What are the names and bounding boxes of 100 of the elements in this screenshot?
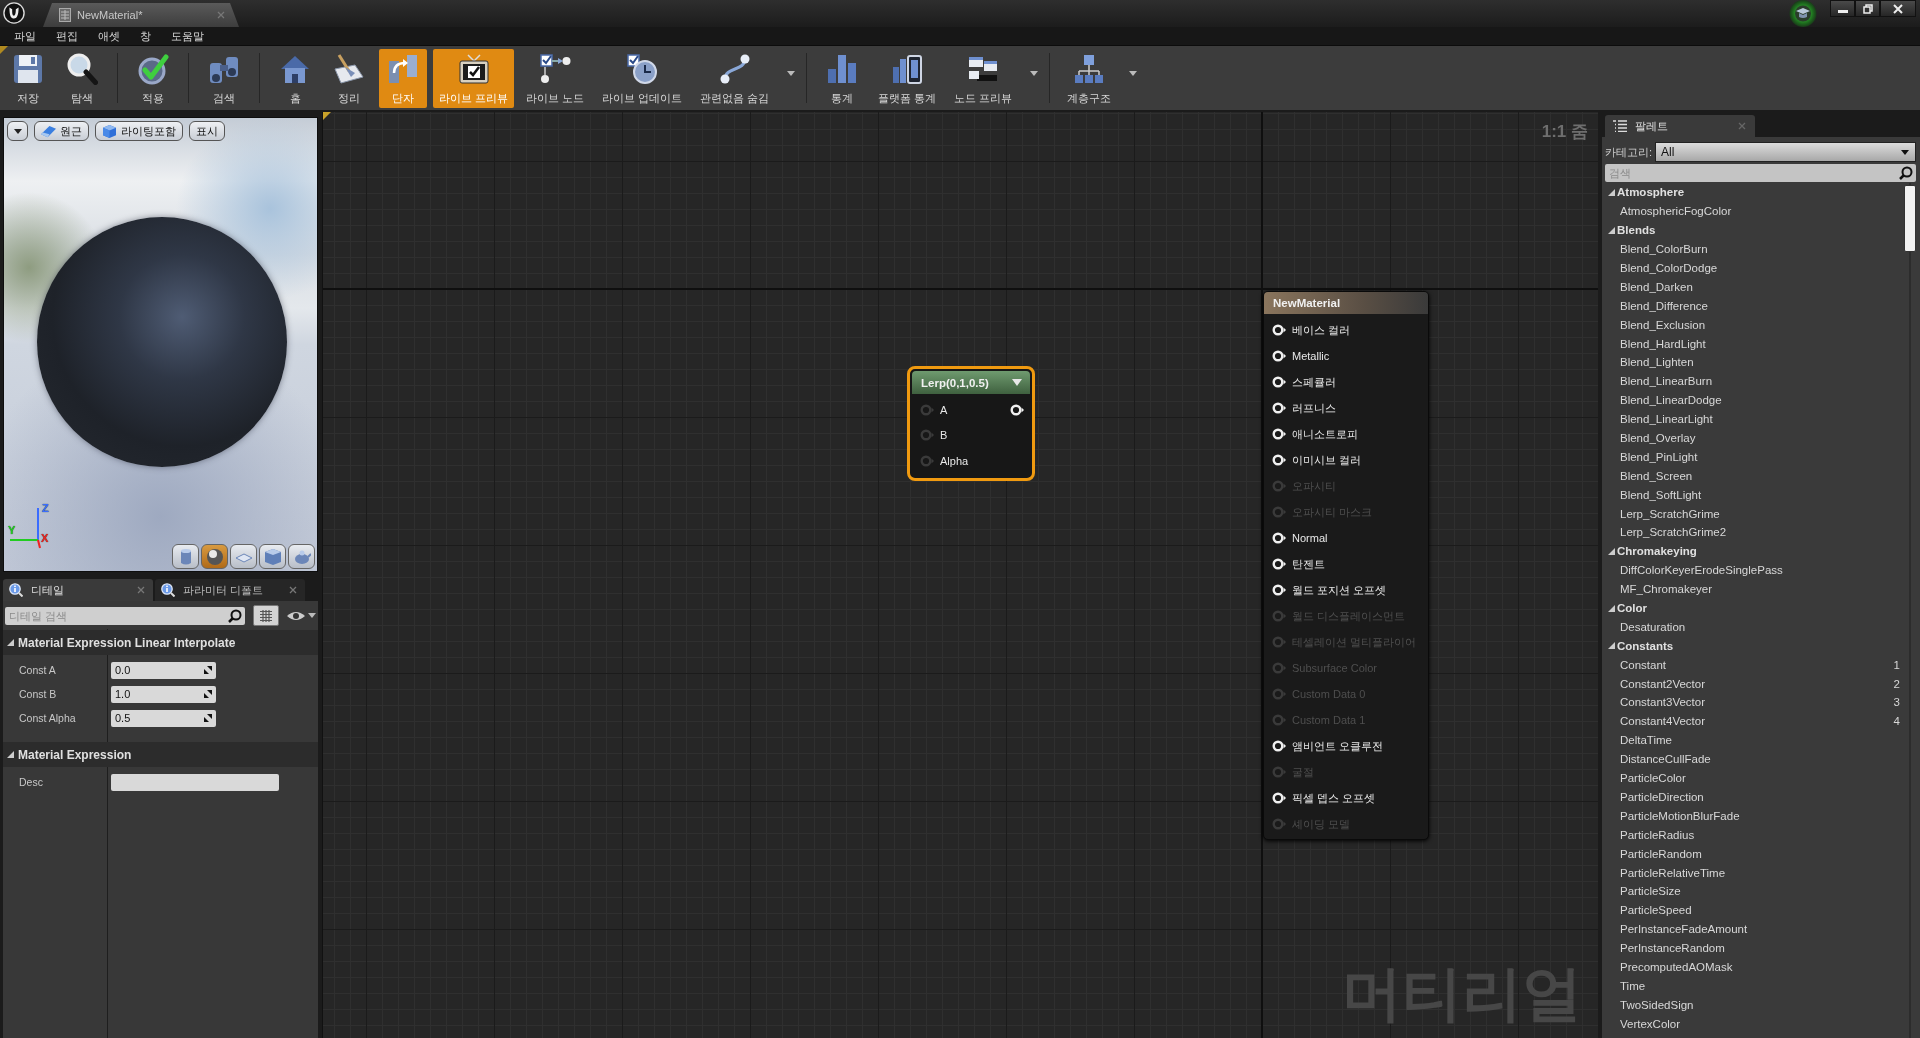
input-pin-icon[interactable]	[1272, 584, 1286, 596]
input-pin-icon[interactable]	[1272, 818, 1286, 830]
preview-shape-button[interactable]	[259, 544, 286, 569]
palette-item[interactable]: AtmosphericFogColor	[1605, 201, 1902, 221]
toolbar-button[interactable]: 라이브 업데이트	[596, 48, 689, 108]
number-field[interactable]: 0.5	[111, 709, 216, 727]
input-pin-icon[interactable]	[1272, 714, 1286, 726]
menu-item[interactable]: 도움말	[161, 27, 214, 45]
caret-icon[interactable]	[1129, 70, 1138, 76]
palette-item[interactable]: PerInstanceFadeAmount	[1605, 919, 1902, 939]
document-tab[interactable]: NewMaterial*	[43, 3, 239, 27]
palette-item[interactable]: ParticleRadius	[1605, 825, 1902, 845]
palette-item[interactable]: Blend_Exclusion	[1605, 315, 1902, 335]
input-pin-icon[interactable]	[1272, 688, 1286, 700]
input-pin-icon[interactable]	[1272, 532, 1286, 544]
search-field[interactable]: 디테일 검색	[5, 606, 245, 625]
toolbar-button[interactable]: 라이브 노드	[520, 48, 591, 108]
menu-item[interactable]: 창	[130, 27, 161, 45]
menu-item[interactable]: 편집	[46, 27, 88, 45]
input-pin-icon[interactable]	[1272, 480, 1286, 492]
palette-item[interactable]: Constant4Vector 4	[1605, 711, 1902, 731]
palette-item[interactable]: Time	[1605, 976, 1902, 996]
palette-item[interactable]: Constant3Vector 3	[1605, 693, 1902, 712]
palette-item[interactable]: TwoSidedSign	[1605, 995, 1902, 1015]
palette-category[interactable]: Constants	[1605, 636, 1902, 656]
viewport-button[interactable]: 표시	[189, 121, 225, 141]
palette-item[interactable]: ParticleSpeed	[1605, 900, 1902, 920]
palette-item[interactable]: Lerp_ScratchGrime	[1605, 504, 1902, 524]
menu-item[interactable]: 애셋	[88, 27, 130, 45]
preview-shape-button[interactable]	[201, 544, 228, 569]
input-pin-icon[interactable]	[1272, 454, 1286, 466]
toolbar-button[interactable]: 플랫폼 통계	[872, 48, 943, 108]
close-button[interactable]	[1880, 0, 1916, 17]
preview-shape-button[interactable]	[172, 544, 199, 569]
close-icon[interactable]	[289, 586, 297, 594]
category-dropdown[interactable]: All	[1655, 142, 1916, 162]
viewport-button[interactable]: 원근	[34, 121, 89, 141]
toolbar-button[interactable]: 적용	[129, 48, 177, 108]
preview-shape-button[interactable]	[288, 544, 315, 569]
menu-item[interactable]: 파일	[4, 27, 46, 45]
palette-item[interactable]: Blend_ColorBurn	[1605, 239, 1902, 259]
input-pin-icon[interactable]	[1272, 402, 1286, 414]
preview-shape-button[interactable]	[230, 544, 257, 569]
palette-item[interactable]: DistanceCullFade	[1605, 749, 1902, 769]
caret-icon[interactable]	[787, 70, 796, 76]
close-icon[interactable]	[137, 586, 145, 594]
palette-item[interactable]: ParticleDirection	[1605, 787, 1902, 807]
toolbar-button[interactable]: 검색	[200, 48, 248, 108]
input-pin-icon[interactable]	[1272, 766, 1286, 778]
restore-button[interactable]	[1855, 0, 1880, 17]
toolbar-button[interactable]: 관련없음 숨김	[694, 48, 776, 108]
text-field[interactable]	[111, 773, 279, 791]
graduation-cap-icon[interactable]	[1788, 0, 1818, 27]
panel-tab[interactable]: 팔레트	[1605, 115, 1755, 137]
palette-item[interactable]: Lerp_ScratchGrime2	[1605, 523, 1902, 542]
input-pin-icon[interactable]	[1272, 558, 1286, 570]
palette-item[interactable]: Blend_SoftLight	[1605, 485, 1902, 505]
input-pin-icon[interactable]	[1272, 376, 1286, 388]
palette-item[interactable]: PrecomputedAOMask	[1605, 957, 1902, 977]
scrollbar-thumb[interactable]	[1904, 185, 1916, 252]
input-pin-icon[interactable]	[920, 454, 934, 467]
input-pin-icon[interactable]	[1272, 350, 1286, 362]
output-pin-icon[interactable]	[1010, 403, 1024, 416]
palette-item[interactable]: Constant 1	[1605, 655, 1902, 675]
toolbar-button[interactable]: 노드 프리뷰	[948, 48, 1019, 108]
node-header[interactable]: NewMaterial	[1264, 292, 1428, 314]
palette-category[interactable]: Color	[1605, 598, 1902, 618]
palette-item[interactable]: MF_Chromakeyer	[1605, 579, 1902, 599]
input-pin-icon[interactable]	[1272, 610, 1286, 622]
palette-category[interactable]: Blends	[1605, 220, 1902, 240]
section-header[interactable]: Material Expression Linear Interpolate	[3, 630, 318, 655]
palette-item[interactable]: Blend_ColorDodge	[1605, 258, 1902, 278]
toolbar-button[interactable]: 계층구조	[1061, 48, 1118, 108]
toolbar-button[interactable]: 저장	[4, 48, 52, 108]
palette-item[interactable]: ParticleColor	[1605, 768, 1902, 788]
input-pin-icon[interactable]	[920, 403, 934, 416]
number-field[interactable]: 1.0	[111, 685, 216, 703]
input-pin-icon[interactable]	[1272, 636, 1286, 648]
palette-item[interactable]: Desaturation	[1605, 617, 1902, 637]
palette-item[interactable]: Constant2Vector 2	[1605, 674, 1902, 694]
palette-item[interactable]: Blend_Darken	[1605, 277, 1902, 297]
panel-tab[interactable]: 디테일	[3, 579, 153, 601]
caret-icon[interactable]	[1030, 70, 1039, 76]
expression-node[interactable]: Lerp(0,1,0.5) A B Alpha	[907, 366, 1035, 481]
toolbar-button[interactable]: 통계	[818, 48, 867, 108]
toolbar-button[interactable]: 탐색	[58, 48, 106, 108]
palette-item[interactable]: DeltaTime	[1605, 730, 1902, 750]
palette-item[interactable]: ParticleSize	[1605, 881, 1902, 901]
panel-tab[interactable]: 파라미터 디폴트	[155, 579, 305, 601]
input-pin-icon[interactable]	[920, 429, 934, 442]
palette-item[interactable]: PerInstanceRandom	[1605, 938, 1902, 958]
palette-item[interactable]: Blend_HardLight	[1605, 334, 1902, 353]
palette-item[interactable]: Blend_Lighten	[1605, 353, 1902, 372]
palette-category[interactable]: Atmosphere	[1605, 183, 1902, 202]
section-header[interactable]: Material Expression	[3, 742, 318, 767]
logo-icon[interactable]	[3, 2, 25, 24]
input-pin-icon[interactable]	[1272, 324, 1286, 336]
palette-item[interactable]: VertexColor	[1605, 1014, 1902, 1034]
palette-item[interactable]: Blend_Screen	[1605, 466, 1902, 486]
palette-item[interactable]: ParticleMotionBlurFade	[1605, 806, 1902, 826]
